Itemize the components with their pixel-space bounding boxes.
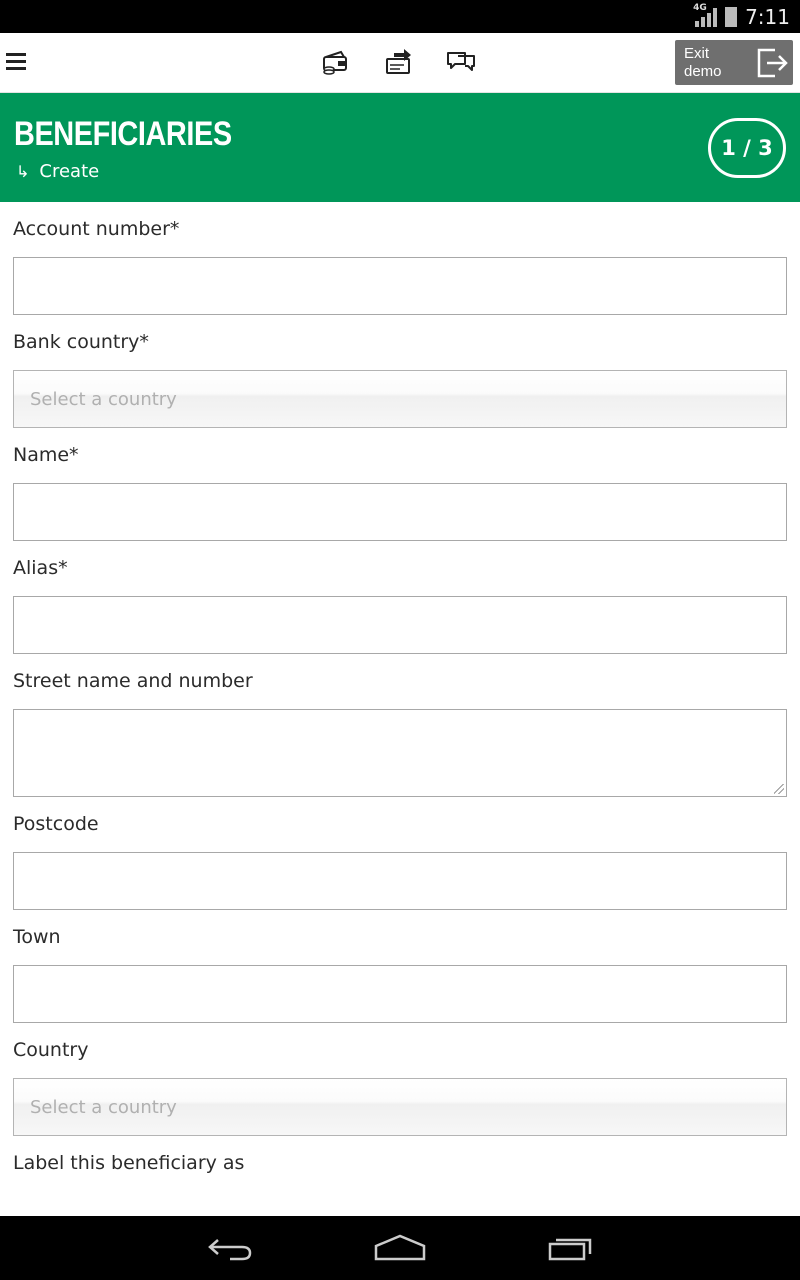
town-input[interactable] bbox=[13, 965, 787, 1023]
country-label: Country bbox=[13, 1039, 89, 1061]
country-select[interactable]: Select a country bbox=[13, 1078, 787, 1136]
status-bar: 4G 7:11 bbox=[0, 0, 800, 33]
app-toolbar: Exit demo bbox=[0, 33, 800, 93]
country-field: Country Select a country bbox=[13, 1040, 787, 1136]
resize-handle-icon[interactable] bbox=[774, 784, 784, 794]
name-label: Name* bbox=[13, 444, 79, 466]
breadcrumb[interactable]: ↳ Create bbox=[16, 161, 99, 182]
alias-input[interactable] bbox=[13, 596, 787, 654]
name-field: Name* bbox=[13, 445, 787, 541]
breadcrumb-arrow-icon: ↳ bbox=[16, 162, 30, 181]
postcode-label: Postcode bbox=[13, 813, 99, 835]
street-textarea[interactable] bbox=[13, 709, 787, 797]
postcode-field: Postcode bbox=[13, 814, 787, 910]
exit-demo-button[interactable]: Exit demo bbox=[675, 40, 793, 85]
wallet-icon[interactable] bbox=[321, 47, 351, 77]
beneficiary-form: Account number* Bank country* Select a c… bbox=[13, 202, 787, 1191]
exit-icon bbox=[757, 48, 788, 77]
breadcrumb-label: Create bbox=[39, 161, 100, 182]
name-input[interactable] bbox=[13, 483, 787, 541]
bank-country-placeholder: Select a country bbox=[30, 388, 177, 410]
exit-demo-label: Exit demo bbox=[684, 44, 722, 80]
label-as-label: Label this beneficiary as bbox=[13, 1152, 245, 1174]
battery-icon bbox=[725, 6, 738, 27]
account-number-label: Account number* bbox=[13, 218, 180, 240]
back-icon[interactable] bbox=[200, 1232, 260, 1264]
chat-icon[interactable] bbox=[446, 47, 476, 77]
town-field: Town bbox=[13, 927, 787, 1023]
network-type: 4G bbox=[693, 2, 707, 13]
account-number-input[interactable] bbox=[13, 257, 787, 315]
label-as-field: Label this beneficiary as bbox=[13, 1153, 787, 1173]
street-label: Street name and number bbox=[13, 670, 253, 692]
home-icon[interactable] bbox=[370, 1232, 430, 1264]
town-label: Town bbox=[13, 926, 61, 948]
transfer-icon[interactable] bbox=[384, 47, 414, 77]
page-title: BENEFICIARIES bbox=[14, 115, 232, 153]
country-placeholder: Select a country bbox=[30, 1096, 177, 1118]
recents-icon[interactable] bbox=[542, 1232, 602, 1264]
street-field: Street name and number bbox=[13, 671, 787, 797]
navigation-bar bbox=[0, 1216, 800, 1280]
page-header: BENEFICIARIES ↳ Create 1 / 3 bbox=[0, 93, 800, 202]
bank-country-label: Bank country* bbox=[13, 331, 149, 353]
alias-label: Alias* bbox=[13, 557, 68, 579]
account-number-field: Account number* bbox=[13, 219, 787, 315]
menu-icon[interactable] bbox=[6, 53, 26, 71]
signal-icon: 4G bbox=[693, 3, 718, 27]
alias-field: Alias* bbox=[13, 558, 787, 654]
postcode-input[interactable] bbox=[13, 852, 787, 910]
clock: 7:11 bbox=[745, 4, 790, 29]
bank-country-field: Bank country* Select a country bbox=[13, 332, 787, 428]
step-indicator: 1 / 3 bbox=[708, 118, 786, 178]
bank-country-select[interactable]: Select a country bbox=[13, 370, 787, 428]
